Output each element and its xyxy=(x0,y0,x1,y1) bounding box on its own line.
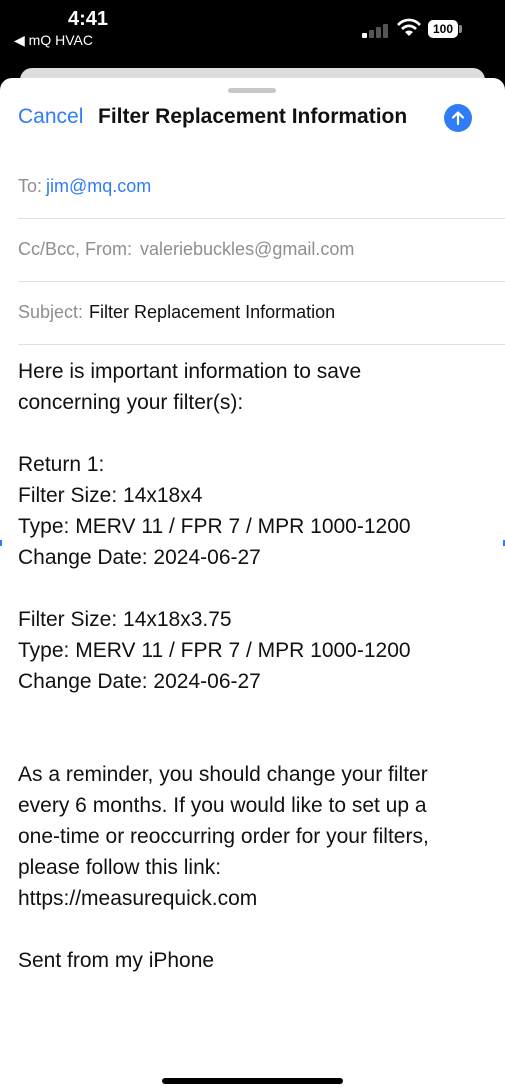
to-label: To: xyxy=(18,176,43,196)
selection-handle-left[interactable] xyxy=(0,540,2,546)
cc-bcc-from-label: Cc/Bcc, From: xyxy=(18,239,133,259)
message-body[interactable]: Here is important information to save co… xyxy=(18,356,488,976)
subject-value[interactable]: Filter Replacement Information xyxy=(89,302,335,322)
body-line: Filter Size: 14x18x4 xyxy=(18,484,203,507)
sheet-grabber[interactable] xyxy=(228,88,276,93)
from-address[interactable]: valeriebuckles@gmail.com xyxy=(140,239,354,259)
status-bar: 4:41 ◀ mQ HVAC 100 xyxy=(0,0,505,66)
body-line: Change Date: 2024-06-27 xyxy=(18,670,261,693)
cancel-button[interactable]: Cancel xyxy=(18,105,83,129)
body-line: one-time or reoccurring order for your f… xyxy=(18,825,429,848)
body-line: As a reminder, you should change your fi… xyxy=(18,763,428,786)
body-line: Return 1: xyxy=(18,453,105,476)
body-line: Change Date: 2024-06-27 xyxy=(18,546,261,569)
body-line xyxy=(18,728,488,759)
compose-title: Filter Replacement Information xyxy=(98,105,408,128)
body-line xyxy=(18,418,488,449)
status-time: 4:41 xyxy=(68,8,109,30)
body-line: please follow this link: xyxy=(18,856,222,879)
body-line: concerning your filter(s): xyxy=(18,391,244,414)
compose-sheet: Cancel Filter Replacement Information To… xyxy=(0,78,505,1092)
back-to-app-link[interactable]: ◀ mQ HVAC xyxy=(14,32,93,49)
body-line xyxy=(18,697,488,728)
cc-bcc-from-field[interactable]: Cc/Bcc, From: valeriebuckles@gmail.com xyxy=(18,218,505,282)
body-line: Sent from my iPhone xyxy=(18,949,215,972)
body-line xyxy=(18,914,488,945)
subject-field[interactable]: Subject: Filter Replacement Information xyxy=(18,281,505,345)
subject-label: Subject: xyxy=(18,302,84,322)
send-button[interactable] xyxy=(444,104,472,132)
recipient-token[interactable]: jim@mq.com xyxy=(46,176,151,196)
body-line xyxy=(18,573,488,604)
body-line: Here is important information to save xyxy=(18,360,362,383)
body-line: Filter Size: 14x18x3.75 xyxy=(18,608,232,631)
arrow-up-icon xyxy=(451,111,465,126)
body-line: Type: MERV 11 / FPR 7 / MPR 1000-1200 xyxy=(18,639,411,662)
body-line: Type: MERV 11 / FPR 7 / MPR 1000-1200 xyxy=(18,515,411,538)
wifi-icon xyxy=(397,18,421,36)
to-field[interactable]: To: jim@mq.com xyxy=(18,155,505,219)
home-indicator[interactable] xyxy=(162,1078,343,1084)
battery-icon: 100 xyxy=(428,20,458,38)
cellular-signal-icon xyxy=(362,22,392,38)
body-line: every 6 months. If you would like to set… xyxy=(18,794,427,817)
battery-cap xyxy=(459,25,462,33)
body-line: https://measurequick.com xyxy=(18,887,258,910)
